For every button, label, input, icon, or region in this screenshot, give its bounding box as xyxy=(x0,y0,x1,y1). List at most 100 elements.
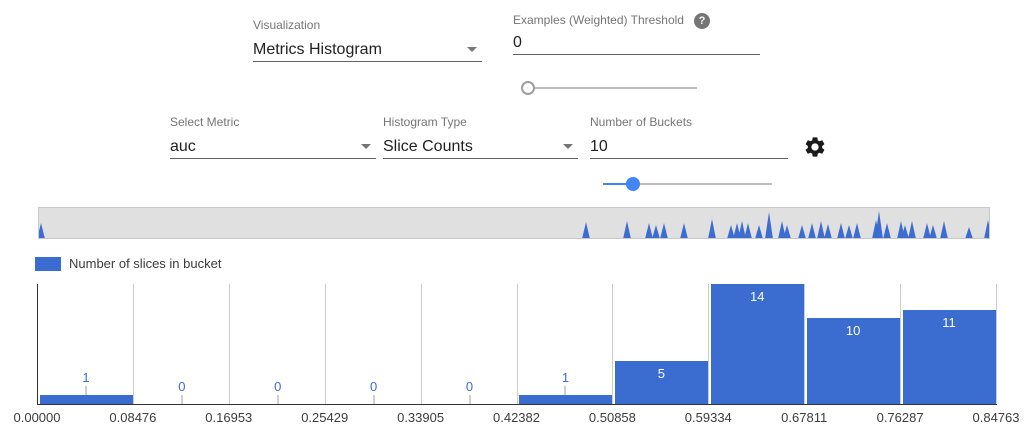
annotation-stem xyxy=(373,395,374,404)
select-metric-dropdown[interactable]: auc xyxy=(170,135,376,159)
gridline xyxy=(517,284,518,404)
bar-value-label: 14 xyxy=(750,289,764,304)
slice-density-spike xyxy=(923,223,931,238)
threshold-field: Examples (Weighted) Threshold ? xyxy=(513,12,760,55)
histogram-type-field: Histogram Type Slice Counts xyxy=(383,116,578,159)
bar-value-label: 0 xyxy=(370,379,377,394)
settings-button[interactable] xyxy=(803,135,827,159)
bar-value-label: 1 xyxy=(82,370,89,385)
chevron-down-icon xyxy=(361,144,371,149)
x-tick-label: 0.00000 xyxy=(14,410,61,425)
visualization-value: Metrics Histogram xyxy=(253,41,382,59)
bar-value-label: 5 xyxy=(658,366,665,381)
gridline xyxy=(900,284,901,404)
slice-density-spike xyxy=(738,221,746,238)
slice-density-spike xyxy=(808,223,816,238)
slice-density-spike xyxy=(940,221,948,238)
slices-overview-strip[interactable] xyxy=(38,207,990,239)
chevron-down-icon xyxy=(563,144,573,149)
slice-density-spike xyxy=(845,225,853,238)
histogram-plot-area[interactable]: 1000015141011 xyxy=(37,284,997,405)
slice-density-spike xyxy=(883,223,891,238)
gear-icon xyxy=(803,135,827,159)
gridline xyxy=(229,284,230,404)
bar-value-label: 0 xyxy=(178,379,185,394)
x-tick-label: 0.84763 xyxy=(973,410,1020,425)
x-tick-label: 0.59334 xyxy=(685,410,732,425)
overview-spikes xyxy=(39,208,989,238)
num-buckets-slider[interactable] xyxy=(603,176,772,192)
bar-value-label: 0 xyxy=(274,379,281,394)
histogram-type-dropdown[interactable]: Slice Counts xyxy=(383,135,578,159)
chart-legend: Number of slices in bucket xyxy=(35,256,221,271)
gridline xyxy=(996,284,997,404)
gridline xyxy=(421,284,422,404)
select-metric-field: Select Metric auc xyxy=(170,116,376,159)
bar-value-label: 0 xyxy=(466,379,473,394)
visualization-label: Visualization xyxy=(253,19,482,32)
histogram-bar[interactable] xyxy=(40,395,133,404)
slice-density-spike xyxy=(837,223,845,238)
chevron-down-icon xyxy=(467,47,477,52)
x-tick-label: 0.33905 xyxy=(397,410,444,425)
num-buckets-field: Number of Buckets xyxy=(590,116,788,159)
slice-density-spike xyxy=(908,221,916,238)
slice-density-spike xyxy=(39,223,45,238)
slice-density-spike xyxy=(645,223,653,238)
gridline xyxy=(325,284,326,404)
slider-knob[interactable] xyxy=(521,81,535,95)
slice-density-spike xyxy=(708,219,716,238)
select-metric-value: auc xyxy=(170,138,196,156)
annotation-stem xyxy=(85,386,86,395)
slice-density-spike xyxy=(652,225,660,238)
annotation-stem xyxy=(565,386,566,395)
slice-density-spike xyxy=(984,220,989,238)
num-buckets-input[interactable] xyxy=(590,135,788,159)
legend-color-swatch xyxy=(35,257,61,271)
histogram-type-value: Slice Counts xyxy=(383,138,473,156)
threshold-slider[interactable] xyxy=(528,80,697,96)
x-tick-label: 0.50858 xyxy=(589,410,636,425)
visualization-field: Visualization Metrics Histogram xyxy=(253,19,482,62)
slice-density-spike xyxy=(853,223,861,238)
tfma-metrics-histogram-view: Visualization Metrics Histogram Examples… xyxy=(0,0,1024,432)
x-tick-label: 0.08476 xyxy=(109,410,156,425)
slider-knob[interactable] xyxy=(626,177,640,191)
slice-density-spike xyxy=(744,223,752,238)
slice-density-spike xyxy=(798,225,806,238)
histogram-type-label: Histogram Type xyxy=(383,116,578,129)
x-tick-label: 0.76287 xyxy=(877,410,924,425)
annotation-stem xyxy=(277,395,278,404)
annotation-stem xyxy=(469,395,470,404)
slice-density-spike xyxy=(680,223,688,238)
x-tick-label: 0.42382 xyxy=(493,410,540,425)
slice-density-spike xyxy=(660,223,668,238)
select-metric-label: Select Metric xyxy=(170,116,376,129)
threshold-input[interactable] xyxy=(513,31,760,55)
bar-value-label: 10 xyxy=(846,323,860,338)
slice-density-spike xyxy=(817,221,825,238)
slice-density-spike xyxy=(929,225,937,238)
slice-density-spike xyxy=(623,221,631,238)
annotation-stem xyxy=(181,395,182,404)
legend-label: Number of slices in bucket xyxy=(69,256,221,271)
threshold-label: Examples (Weighted) Threshold xyxy=(513,14,684,27)
help-icon[interactable]: ? xyxy=(694,13,710,29)
x-tick-label: 0.16953 xyxy=(205,410,252,425)
visualization-dropdown[interactable]: Metrics Histogram xyxy=(253,38,482,62)
histogram-bar[interactable] xyxy=(519,395,612,404)
slider-track xyxy=(528,87,697,89)
bar-value-label: 1 xyxy=(562,370,569,385)
x-tick-label: 0.25429 xyxy=(301,410,348,425)
gridline xyxy=(612,284,613,404)
slice-density-spike xyxy=(965,227,973,238)
x-axis-labels: 0.000000.084760.169530.254290.339050.423… xyxy=(37,410,996,426)
slice-density-spike xyxy=(765,212,773,238)
gridline xyxy=(133,284,134,404)
num-buckets-label: Number of Buckets xyxy=(590,116,788,129)
slice-density-spike xyxy=(582,222,590,238)
bar-value-label: 11 xyxy=(942,315,956,330)
slice-density-spike xyxy=(755,225,763,238)
slice-density-spike xyxy=(824,224,832,238)
x-tick-label: 0.67811 xyxy=(781,410,827,425)
